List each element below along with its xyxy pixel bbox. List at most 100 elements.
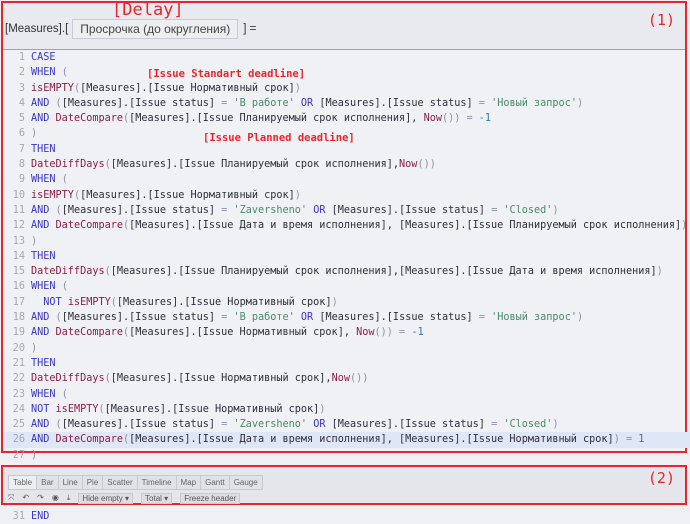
- line-number: 24: [12, 403, 25, 415]
- line-number: 16: [12, 281, 25, 293]
- code-line[interactable]: 23 WHEN (: [3, 387, 690, 402]
- code-line[interactable]: 2 WHEN (: [3, 65, 690, 80]
- download-icon[interactable]: ⤓: [67, 493, 71, 504]
- tab-line[interactable]: Line: [57, 475, 83, 490]
- redo-icon[interactable]: ↷: [37, 493, 44, 504]
- results-toolbar: ⤧ ↶ ↷ ◉ ⤓ Hide empty ▾ Total ▾ Freeze he…: [8, 493, 241, 504]
- code-line[interactable]: 31 END: [3, 509, 690, 524]
- code-line[interactable]: 10 isEMPTY([Measures].[Issue Нормативный …: [3, 188, 690, 203]
- code-line[interactable]: 22 DateDiffDays([Measures].[Issue Нормати…: [3, 371, 690, 386]
- code-text[interactable]: AND DateCompare([Measures].[Issue Нормат…: [31, 325, 424, 340]
- tab-map[interactable]: Map: [175, 475, 202, 490]
- code-text[interactable]: END: [31, 509, 49, 524]
- freeze-header-button[interactable]: Freeze header: [180, 493, 241, 504]
- undo-icon[interactable]: ↶: [22, 493, 29, 504]
- code-text[interactable]: AND ([Measures].[Issue status] = 'Zavers…: [31, 417, 559, 432]
- code-line[interactable]: 25 AND ([Measures].[Issue status] = 'Zave…: [3, 417, 690, 432]
- camera-icon[interactable]: ◉: [52, 493, 59, 504]
- code-text[interactable]: WHEN (: [31, 387, 68, 402]
- code-line[interactable]: 21 THEN: [3, 356, 690, 371]
- panel-number-2: (2): [647, 469, 675, 487]
- tab-table[interactable]: Table: [8, 475, 38, 490]
- line-number: 31: [12, 510, 25, 522]
- code-line[interactable]: 11 AND ([Measures].[Issue status] = 'Zave…: [3, 203, 690, 218]
- tab-gauge[interactable]: Gauge: [228, 475, 263, 490]
- code-line[interactable]: 16 WHEN (: [3, 279, 690, 294]
- code-text[interactable]: ): [31, 448, 37, 463]
- code-text[interactable]: WHEN (: [31, 279, 68, 294]
- total-button[interactable]: Total ▾: [141, 493, 173, 504]
- code-text[interactable]: AND ([Measures].[Issue status] = 'В рабо…: [31, 310, 583, 325]
- line-number: 15: [12, 266, 25, 278]
- swap-icon[interactable]: ⤧: [8, 493, 14, 504]
- code-text[interactable]: WHEN (: [31, 172, 68, 187]
- formula-header: [Measures].[ Просрочка (до округления) ]…: [5, 18, 256, 40]
- line-number: 4: [18, 97, 25, 109]
- line-number: 7: [18, 143, 25, 155]
- code-text[interactable]: AND ([Measures].[Issue status] = 'Zavers…: [31, 203, 559, 218]
- delay-annotation: [Delay]: [112, 0, 184, 20]
- code-text[interactable]: ): [31, 341, 37, 356]
- code-line[interactable]: 24 NOT isEMPTY([Measures].[Issue Норматив…: [3, 402, 690, 417]
- code-text[interactable]: NOT isEMPTY([Measures].[Issue Нормативны…: [31, 295, 337, 310]
- planned-deadline-annotation: [Issue Planned deadline]: [203, 132, 355, 144]
- code-line[interactable]: 3 isEMPTY([Measures].[Issue Нормативный с…: [3, 81, 690, 96]
- code-text[interactable]: ): [31, 126, 37, 141]
- line-number: 3: [18, 82, 25, 94]
- code-text[interactable]: AND DateCompare([Measures].[Issue Планир…: [31, 111, 491, 126]
- code-text[interactable]: WHEN (: [31, 65, 68, 80]
- panel-number-1: (1): [647, 11, 675, 29]
- code-line[interactable]: 13): [3, 234, 690, 249]
- code-text[interactable]: DateDiffDays([Measures].[Issue Планируем…: [31, 264, 663, 279]
- code-line[interactable]: 12 AND DateCompare([Measures].[Issue Дата…: [3, 218, 690, 233]
- code-line[interactable]: 7 THEN: [3, 142, 690, 157]
- tab-gantt[interactable]: Gantt: [200, 475, 230, 490]
- code-text[interactable]: isEMPTY([Measures].[Issue Нормативный ср…: [31, 81, 301, 96]
- code-lines[interactable]: 1 CASE 2 WHEN ( 3 isEMPTY([Measures].[Issue Н…: [3, 50, 690, 524]
- code-line[interactable]: 26 AND DateCompare([Measures].[Issue Дата…: [3, 432, 690, 448]
- code-line[interactable]: 15 DateDiffDays([Measures].[Issue Планиру…: [3, 264, 690, 279]
- code-text[interactable]: THEN: [31, 356, 56, 371]
- code-text[interactable]: AND ([Measures].[Issue status] = 'В рабо…: [31, 96, 583, 111]
- code-text[interactable]: THEN: [31, 142, 56, 157]
- tab-pie[interactable]: Pie: [81, 475, 104, 490]
- line-number: 22: [12, 373, 25, 385]
- formula-suffix: ] =: [243, 23, 257, 35]
- formula-prefix: [Measures].[: [5, 23, 69, 35]
- code-line[interactable]: 27): [3, 448, 690, 463]
- code-text[interactable]: isEMPTY([Measures].[Issue Нормативный ср…: [31, 188, 301, 203]
- line-number: 11: [12, 204, 25, 216]
- code-line[interactable]: 1 CASE: [3, 50, 690, 65]
- line-number: 10: [12, 189, 25, 201]
- tab-timeline[interactable]: Timeline: [136, 475, 177, 490]
- code-line[interactable]: 4 AND ([Measures].[Issue status] = 'В раб…: [3, 96, 690, 111]
- code-text[interactable]: NOT isEMPTY([Measures].[Issue Нормативны…: [31, 402, 325, 417]
- code-line[interactable]: 5 AND DateCompare([Measures].[Issue Плани…: [3, 111, 690, 126]
- line-number: 6: [18, 128, 25, 140]
- code-line[interactable]: 20): [3, 341, 690, 356]
- measure-name-field[interactable]: Просрочка (до округления): [72, 19, 239, 39]
- code-line[interactable]: 18 AND ([Measures].[Issue status] = 'В ра…: [3, 310, 690, 325]
- code-text[interactable]: DateDiffDays([Measures].[Issue Нормативн…: [31, 371, 368, 386]
- code-text[interactable]: AND DateCompare([Measures].[Issue Дата и…: [31, 218, 690, 233]
- line-number: 14: [12, 250, 25, 262]
- code-line[interactable]: 8 DateDiffDays([Measures].[Issue Планируе…: [3, 157, 690, 172]
- code-text[interactable]: DateDiffDays([Measures].[Issue Планируем…: [31, 157, 436, 172]
- code-line[interactable]: 19 AND DateCompare([Measures].[Issue Норм…: [3, 325, 690, 340]
- code-text[interactable]: ): [31, 234, 37, 249]
- line-number: 9: [18, 174, 25, 186]
- hide-empty-button[interactable]: Hide empty ▾: [78, 493, 134, 504]
- tab-scatter[interactable]: Scatter: [102, 475, 138, 490]
- line-number: 12: [12, 220, 25, 232]
- code-line[interactable]: 14 THEN: [3, 249, 690, 264]
- code-text[interactable]: THEN: [31, 249, 56, 264]
- tab-bar[interactable]: Bar: [36, 475, 59, 490]
- code-line[interactable]: 9 WHEN (: [3, 172, 690, 187]
- line-number: 1: [18, 52, 25, 63]
- code-text[interactable]: CASE: [31, 50, 56, 65]
- code-text[interactable]: AND DateCompare([Measures].[Issue Дата и…: [31, 432, 644, 447]
- code-editor[interactable]: 1 CASE 2 WHEN ( 3 isEMPTY([Measures].[Issue Н…: [3, 50, 690, 522]
- line-number: 21: [12, 357, 25, 369]
- standard-deadline-annotation: [Issue Standart deadline]: [147, 68, 306, 80]
- code-line[interactable]: 17 NOT isEMPTY([Measures].[Issue Нормати…: [3, 295, 690, 310]
